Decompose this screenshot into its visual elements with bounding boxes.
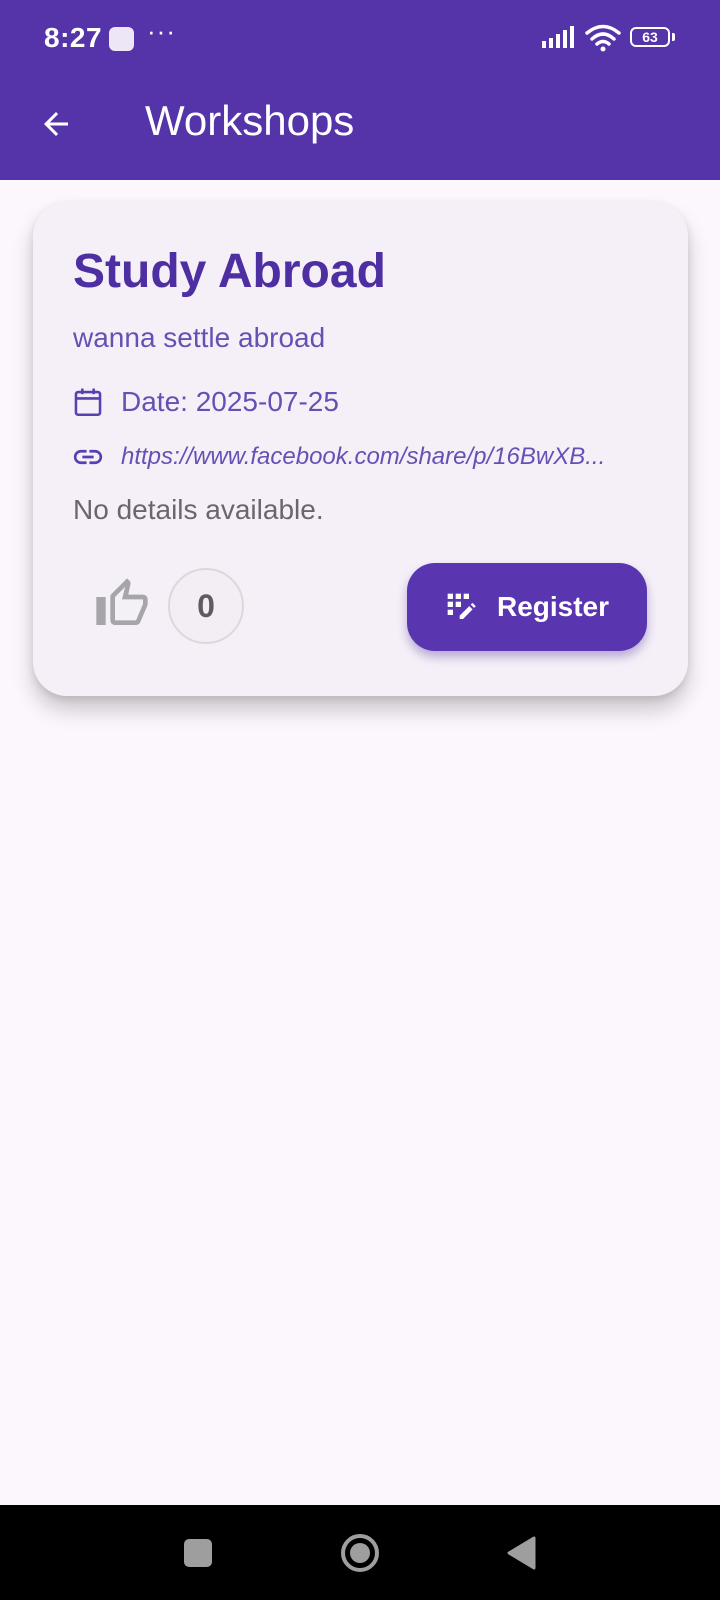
top-bar: 8:27 ··· 63 Workshops	[0, 0, 720, 180]
app-bar: Workshops	[0, 80, 720, 180]
workshop-date: Date: 2025-07-25	[121, 386, 339, 417]
date-row: Date: 2025-07-25	[71, 385, 339, 419]
recents-button[interactable]	[184, 1539, 212, 1567]
page-title: Workshops	[145, 97, 355, 144]
status-bar: 8:27 ··· 63	[0, 0, 720, 80]
workshop-link[interactable]: https://www.facebook.com/share/p/16BwXB.…	[121, 443, 635, 471]
workshop-card[interactable]: Study Abroad wanna settle abroad Date: 2…	[33, 202, 688, 696]
thumb-up-icon	[96, 578, 148, 625]
signal-icon	[542, 26, 574, 48]
status-time: 8:27	[44, 22, 103, 53]
calendar-icon	[74, 388, 102, 417]
back-button[interactable]	[28, 96, 84, 152]
register-label: Register	[496, 591, 610, 622]
system-navigation-bar	[0, 1505, 720, 1600]
arrow-back-icon	[44, 112, 68, 136]
more-notifications-icon: ···	[147, 16, 176, 46]
wifi-icon	[585, 24, 621, 52]
register-button[interactable]: Register	[407, 563, 647, 651]
nav-back-button[interactable]	[506, 1535, 536, 1571]
home-button[interactable]	[339, 1532, 381, 1574]
like-button[interactable]	[90, 572, 154, 636]
link-icon	[73, 449, 103, 465]
battery-level: 63	[630, 27, 670, 47]
app-registration-icon	[445, 591, 477, 623]
link-row[interactable]: https://www.facebook.com/share/p/16BwXB.…	[71, 440, 635, 474]
workshop-subtitle: wanna settle abroad	[73, 322, 326, 353]
like-count: 0	[168, 568, 244, 644]
workshop-details: No details available.	[73, 494, 324, 525]
notification-app-icon	[109, 27, 134, 51]
workshop-title: Study Abroad	[73, 245, 386, 298]
